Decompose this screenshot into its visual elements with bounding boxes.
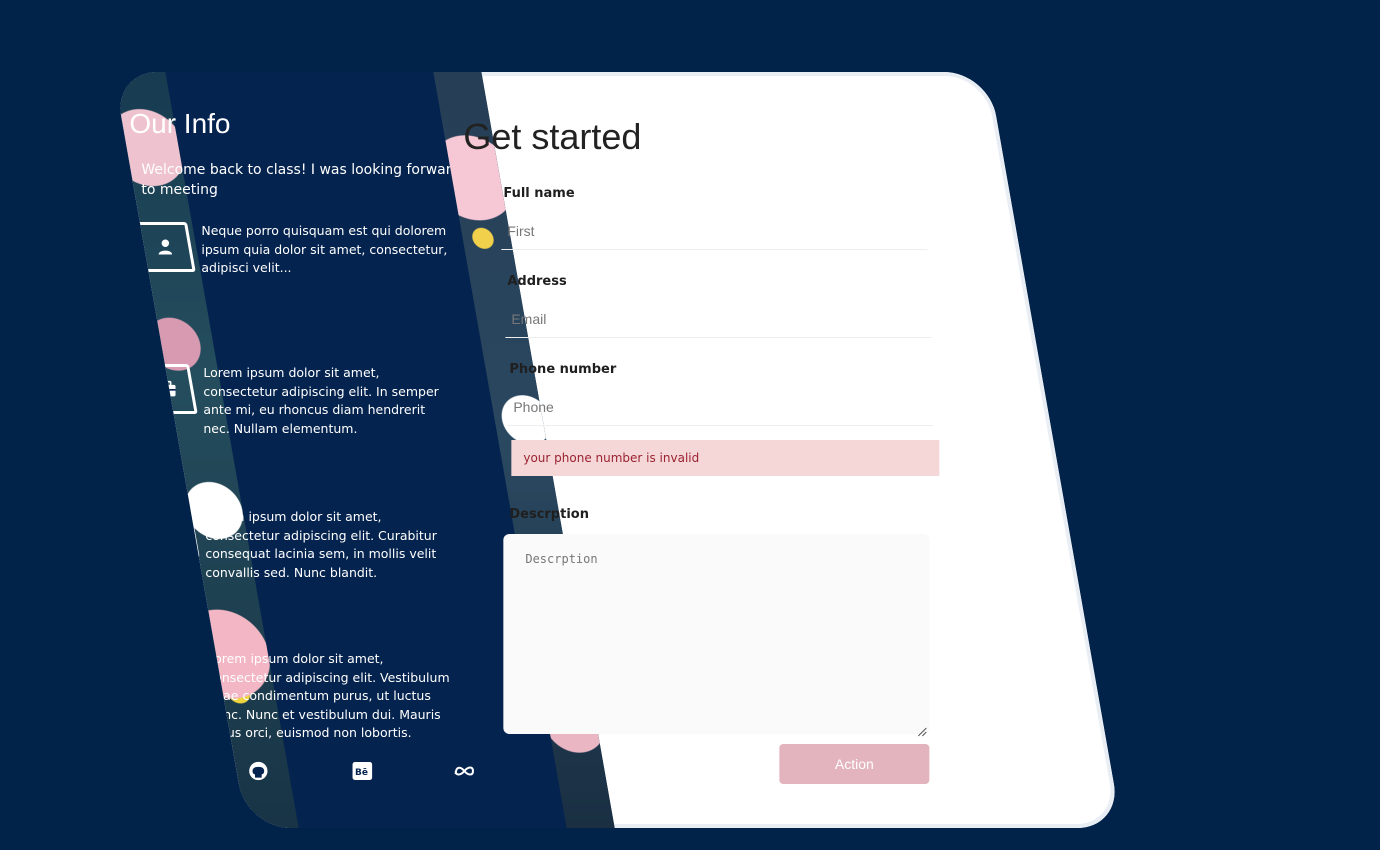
info-content: Our Info Welcome back to class! I was lo…: [129, 72, 475, 828]
info-item-text: Neque porro quisquam est qui dolorem ips…: [201, 223, 448, 275]
phone-label: Phone number: [509, 362, 617, 377]
user-icon: [134, 222, 196, 272]
description-label: Descrption: [509, 507, 589, 522]
form-panel: Get started Full name Address Phone numb…: [463, 72, 1121, 828]
github-icon[interactable]: [247, 760, 269, 782]
first-name-input[interactable]: [501, 212, 928, 250]
address-label: Address: [507, 274, 567, 289]
description-textarea[interactable]: [503, 534, 930, 734]
svg-text:Bē: Bē: [355, 768, 368, 778]
resize-handle-icon[interactable]: [917, 722, 927, 737]
form-title: Get started: [463, 116, 642, 157]
contact-card: Our Info Welcome back to class! I was lo…: [113, 72, 1122, 828]
cart-icon: [140, 650, 202, 700]
email-input[interactable]: [505, 300, 932, 338]
phone-input[interactable]: [507, 388, 934, 426]
linkedin-icon[interactable]: [143, 760, 165, 782]
stage: Our Info Welcome back to class! I was lo…: [0, 0, 1380, 850]
action-button[interactable]: Action: [779, 744, 930, 784]
meta-icon[interactable]: [453, 760, 475, 782]
info-title: Our Info: [129, 108, 231, 139]
form-content: Get started Full name Address Phone numb…: [463, 72, 988, 828]
info-item-text: Lorem ipsum dolor sit amet, consectetur …: [203, 365, 439, 436]
phone-error-alert: your phone number is invalid: [511, 440, 940, 476]
link-icon: [138, 508, 200, 558]
behance-icon[interactable]: Bē: [351, 760, 373, 782]
briefcase-icon: [136, 364, 198, 414]
info-item-text: Lorem ipsum dolor sit amet, consectetur …: [205, 509, 437, 580]
info-welcome: Welcome back to class! I was looking for…: [141, 162, 461, 198]
info-item-text: Lorem ipsum dolor sit amet, consectetur …: [207, 651, 450, 740]
full-name-label: Full name: [503, 186, 575, 201]
